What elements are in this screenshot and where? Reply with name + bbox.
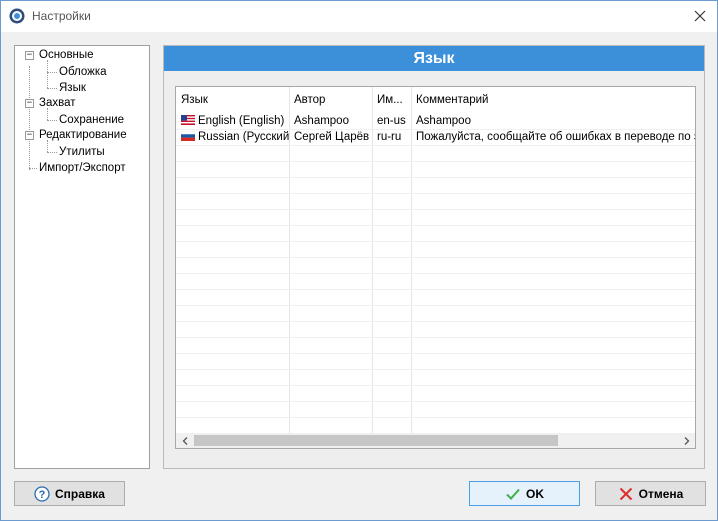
- cancel-x-icon: [619, 487, 632, 500]
- language-panel: Язык Язык Автор Им... Комментарий Englis…: [163, 45, 705, 469]
- ru-flag-icon: [181, 131, 195, 141]
- row-gridline: [176, 257, 695, 258]
- settings-tree: − Основные Обложка Язык − Захват Сохране…: [14, 45, 150, 469]
- chevron-right-icon: [684, 436, 689, 445]
- tree-item-language[interactable]: Язык: [59, 80, 86, 96]
- cancel-label: Отмена: [638, 486, 684, 501]
- row-gridline: [176, 177, 695, 178]
- tree-connector: [47, 60, 48, 88]
- collapse-icon[interactable]: −: [25, 99, 34, 108]
- horizontal-scrollbar[interactable]: [176, 433, 695, 448]
- tree-item-capture[interactable]: Захват: [39, 95, 75, 111]
- author-cell: Сергей Царёв: [294, 131, 370, 143]
- tree-connector: [47, 120, 57, 121]
- tree-item-utilities[interactable]: Утилиты: [59, 144, 105, 160]
- help-button[interactable]: ? Справка: [14, 481, 125, 506]
- help-icon: ?: [34, 485, 50, 502]
- row-gridline: [176, 337, 695, 338]
- code-cell: en-us: [377, 115, 406, 127]
- tree-item-import-export[interactable]: Импорт/Экспорт: [39, 160, 126, 176]
- svg-text:?: ?: [39, 489, 46, 501]
- ok-label: OK: [526, 486, 544, 501]
- close-icon: [694, 10, 706, 22]
- scroll-right-button[interactable]: [678, 433, 695, 448]
- settings-window: Настройки − Основные Обложка Язык − Захв…: [0, 0, 718, 521]
- table-row[interactable]: English (English) Ashampoo en-us Ashampo…: [176, 113, 695, 129]
- cancel-button[interactable]: Отмена: [595, 481, 706, 506]
- tree-item-general[interactable]: Основные: [39, 47, 94, 63]
- language-cell: Russian (Русский): [176, 129, 289, 145]
- close-button[interactable]: [687, 4, 713, 28]
- tree-item-editing[interactable]: Редактирование: [39, 127, 127, 143]
- row-gridline: [176, 193, 695, 194]
- us-flag-icon: [181, 115, 195, 125]
- window-title: Настройки: [32, 9, 91, 23]
- row-gridline: [176, 241, 695, 242]
- row-gridline: [176, 353, 695, 354]
- scroll-thumb[interactable]: [194, 435, 558, 446]
- column-header-author[interactable]: Автор: [289, 87, 372, 113]
- row-gridline: [176, 417, 695, 418]
- column-header-code[interactable]: Им...: [372, 87, 411, 113]
- row-gridline: [176, 305, 695, 306]
- row-gridline: [176, 209, 695, 210]
- collapse-icon[interactable]: −: [25, 51, 34, 60]
- comment-cell: Пожалуйста, сообщайте об ошибках в перев…: [416, 131, 695, 143]
- table-row[interactable]: Russian (Русский) Сергей Царёв ru-ru Пож…: [176, 129, 695, 145]
- tree-connector: [47, 88, 57, 89]
- row-gridline: [176, 369, 695, 370]
- tree-connector: [47, 72, 57, 73]
- row-gridline: [176, 401, 695, 402]
- title-bar: Настройки: [1, 1, 717, 32]
- collapse-icon[interactable]: −: [25, 131, 34, 140]
- author-cell: Ashampoo: [294, 115, 349, 127]
- checkmark-icon: [506, 488, 520, 500]
- panel-header: Язык: [164, 46, 704, 71]
- help-label: Справка: [55, 486, 105, 501]
- row-gridline: [176, 161, 695, 162]
- language-name: English (English): [198, 115, 285, 127]
- tree-connector: [29, 168, 37, 169]
- code-cell: ru-ru: [377, 131, 402, 143]
- row-gridline: [176, 385, 695, 386]
- chevron-left-icon: [182, 436, 187, 445]
- scroll-left-button[interactable]: [176, 433, 193, 448]
- app-icon: [9, 8, 25, 24]
- tree-item-saving[interactable]: Сохранение: [59, 112, 124, 128]
- language-cell: English (English): [176, 113, 289, 129]
- column-header-language[interactable]: Язык: [176, 87, 289, 113]
- comment-cell: Ashampoo: [416, 115, 471, 127]
- tree-connector: [47, 152, 57, 153]
- ok-button[interactable]: OK: [469, 481, 580, 506]
- row-gridline: [176, 289, 695, 290]
- row-gridline: [176, 273, 695, 274]
- row-gridline: [176, 321, 695, 322]
- tree-item-skin[interactable]: Обложка: [59, 64, 107, 80]
- row-gridline: [176, 145, 695, 146]
- tree-connector: [29, 66, 30, 170]
- language-name: Russian (Русский): [198, 131, 289, 143]
- row-gridline: [176, 225, 695, 226]
- column-header-comment[interactable]: Комментарий: [411, 87, 695, 113]
- language-list[interactable]: Язык Автор Им... Комментарий English (En…: [175, 86, 696, 449]
